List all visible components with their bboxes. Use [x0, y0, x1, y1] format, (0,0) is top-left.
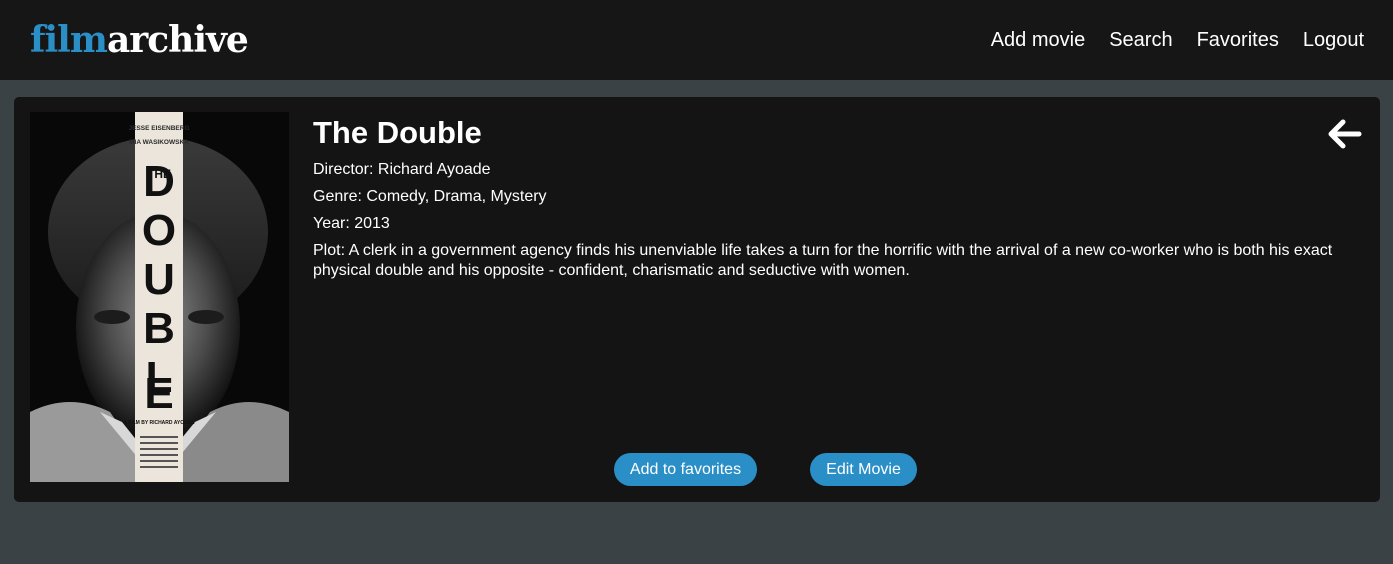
movie-title: The Double [313, 115, 482, 150]
movie-year: Year: 2013 [313, 215, 390, 232]
add-to-favorites-button[interactable]: Add to favorites [614, 453, 757, 486]
poster-letter-d: D [143, 157, 175, 206]
movie-plot: Plot: A clerk in a government agency fin… [313, 242, 1333, 279]
movie-genre: Genre: Comedy, Drama, Mystery [313, 188, 547, 205]
poster-letter-e: E [144, 369, 173, 418]
poster-cast-2: MIA WASIKOWSKA [129, 139, 189, 146]
nav-link-search[interactable]: Search [1109, 27, 1172, 53]
movie-director: Director: Richard Ayoade [313, 161, 491, 178]
movie-poster: JESSE EISENBERG MIA WASIKOWSKA THE D O U… [30, 112, 289, 482]
poster-image: JESSE EISENBERG MIA WASIKOWSKA THE D O U… [30, 112, 289, 482]
poster-cast-1: JESSE EISENBERG [128, 125, 189, 132]
logo-part-film: film [30, 19, 108, 61]
nav-link-favorites[interactable]: Favorites [1197, 27, 1279, 53]
navbar: filmarchive Add movie Search Favorites L… [0, 0, 1393, 80]
poster-letter-o: O [142, 206, 176, 255]
poster-credit: A FILM BY RICHARD AYOADE [123, 420, 195, 426]
arrow-left-icon[interactable] [1328, 117, 1362, 151]
movie-detail-card: JESSE EISENBERG MIA WASIKOWSKA THE D O U… [14, 97, 1380, 502]
site-logo[interactable]: filmarchive [30, 18, 249, 62]
nav-links: Add movie Search Favorites Logout [991, 27, 1364, 53]
poster-letter-u: U [143, 255, 175, 304]
logo-part-archive: archive [106, 19, 249, 61]
nav-link-logout[interactable]: Logout [1303, 27, 1364, 53]
nav-link-add-movie[interactable]: Add movie [991, 27, 1086, 53]
poster-letter-b: B [143, 304, 175, 353]
movie-info: The Double Director: Richard Ayoade Genr… [313, 112, 1343, 288]
edit-movie-button[interactable]: Edit Movie [810, 453, 917, 486]
